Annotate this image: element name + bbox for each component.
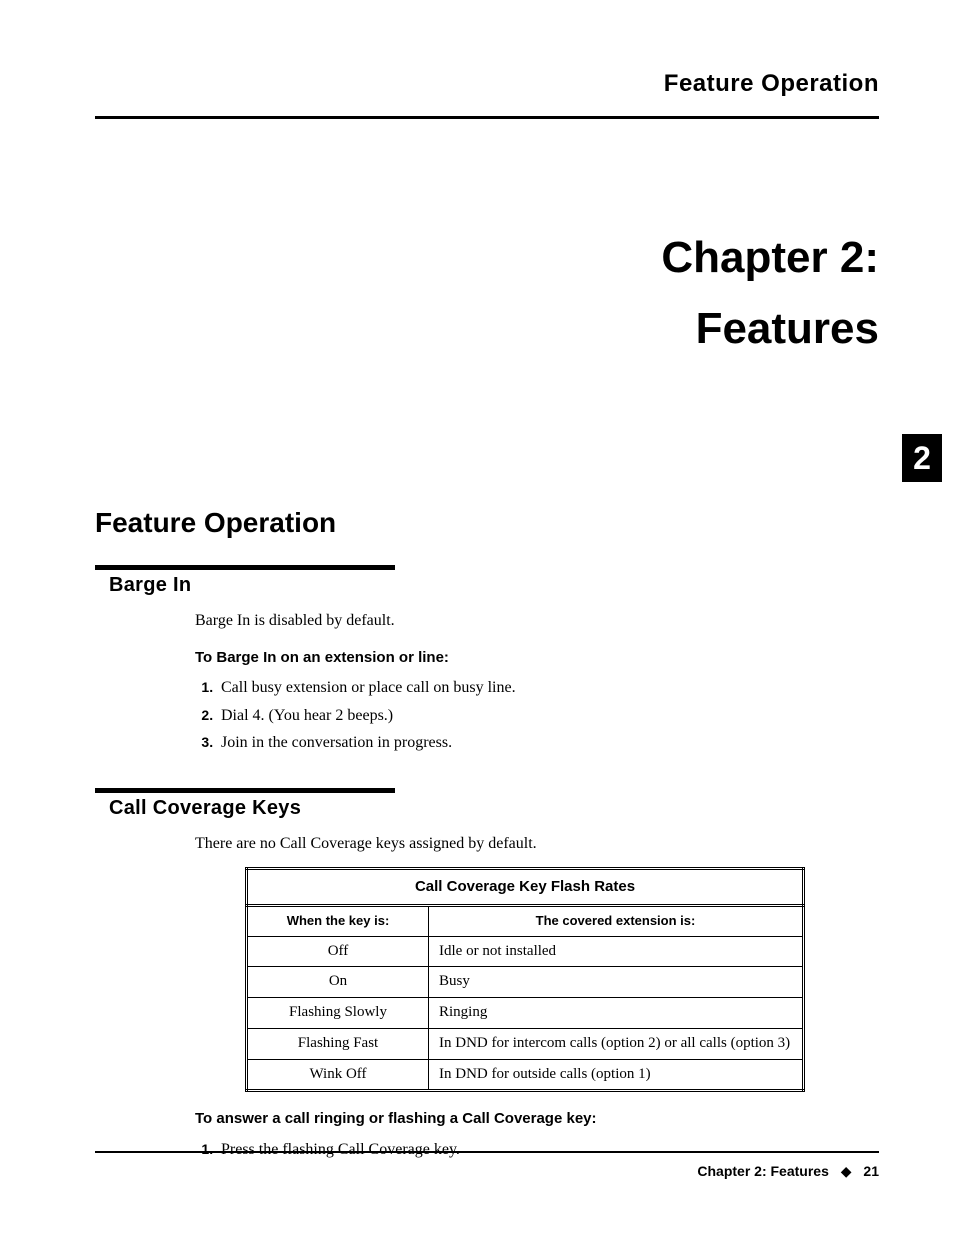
table-cell-key: On	[247, 967, 429, 998]
table-cell-key: Flashing Slowly	[247, 998, 429, 1029]
barge-in-body: Barge In is disabled by default. To Barg…	[195, 609, 869, 754]
diamond-icon: ◆	[841, 1163, 852, 1179]
footer-page-number: 21	[863, 1163, 879, 1179]
list-item: Join in the conversation in progress.	[217, 731, 869, 754]
footer-chapter: Chapter 2: Features	[697, 1163, 828, 1179]
barge-in-instr-head: To Barge In on an extension or line:	[195, 647, 869, 669]
chapter-title-line2: Features	[95, 300, 879, 357]
subsection-rule	[95, 788, 395, 793]
footer-text: Chapter 2: Features ◆ 21	[95, 1163, 879, 1180]
call-coverage-body: There are no Call Coverage keys assigned…	[195, 832, 869, 1161]
barge-in-heading: Barge In	[109, 574, 879, 597]
table-cell-key: Off	[247, 936, 429, 967]
table-row: Flashing Fast In DND for intercom calls …	[247, 1028, 804, 1059]
chapter-title-line1: Chapter 2:	[95, 229, 879, 286]
table-cell-ext: Busy	[429, 967, 804, 998]
subsection-rule	[95, 565, 395, 570]
table-row: Flashing Slowly Ringing	[247, 998, 804, 1029]
header-rule	[95, 116, 879, 119]
call-coverage-heading: Call Coverage Keys	[109, 797, 879, 820]
table-cell-key: Wink Off	[247, 1059, 429, 1091]
barge-in-intro: Barge In is disabled by default.	[195, 609, 869, 632]
list-item: Dial 4. (You hear 2 beeps.)	[217, 704, 869, 727]
table-cell-ext: Ringing	[429, 998, 804, 1029]
table-title: Call Coverage Key Flash Rates	[247, 869, 804, 906]
call-coverage-instr-head: To answer a call ringing or flashing a C…	[195, 1108, 869, 1130]
call-coverage-intro: There are no Call Coverage keys assigned…	[195, 832, 869, 855]
page-footer: Chapter 2: Features ◆ 21	[95, 1151, 879, 1180]
table-cell-ext: In DND for intercom calls (option 2) or …	[429, 1028, 804, 1059]
table-cell-key: Flashing Fast	[247, 1028, 429, 1059]
table-cell-ext: In DND for outside calls (option 1)	[429, 1059, 804, 1091]
table-row: On Busy	[247, 967, 804, 998]
footer-rule	[95, 1151, 879, 1153]
list-item: Call busy extension or place call on bus…	[217, 676, 869, 699]
table-col2-header: The covered extension is:	[429, 905, 804, 936]
running-header: Feature Operation	[95, 70, 879, 98]
chapter-title: Chapter 2: Features	[95, 229, 879, 357]
table-col1-header: When the key is:	[247, 905, 429, 936]
flash-rates-table: Call Coverage Key Flash Rates When the k…	[245, 867, 805, 1092]
page: Feature Operation Chapter 2: Features 2 …	[0, 0, 954, 1235]
section-heading: Feature Operation	[95, 507, 879, 539]
barge-in-steps: Call busy extension or place call on bus…	[195, 676, 869, 754]
table-row: Wink Off In DND for outside calls (optio…	[247, 1059, 804, 1091]
chapter-tab: 2	[902, 434, 942, 482]
table-cell-ext: Idle or not installed	[429, 936, 804, 967]
table-row: Off Idle or not installed	[247, 936, 804, 967]
